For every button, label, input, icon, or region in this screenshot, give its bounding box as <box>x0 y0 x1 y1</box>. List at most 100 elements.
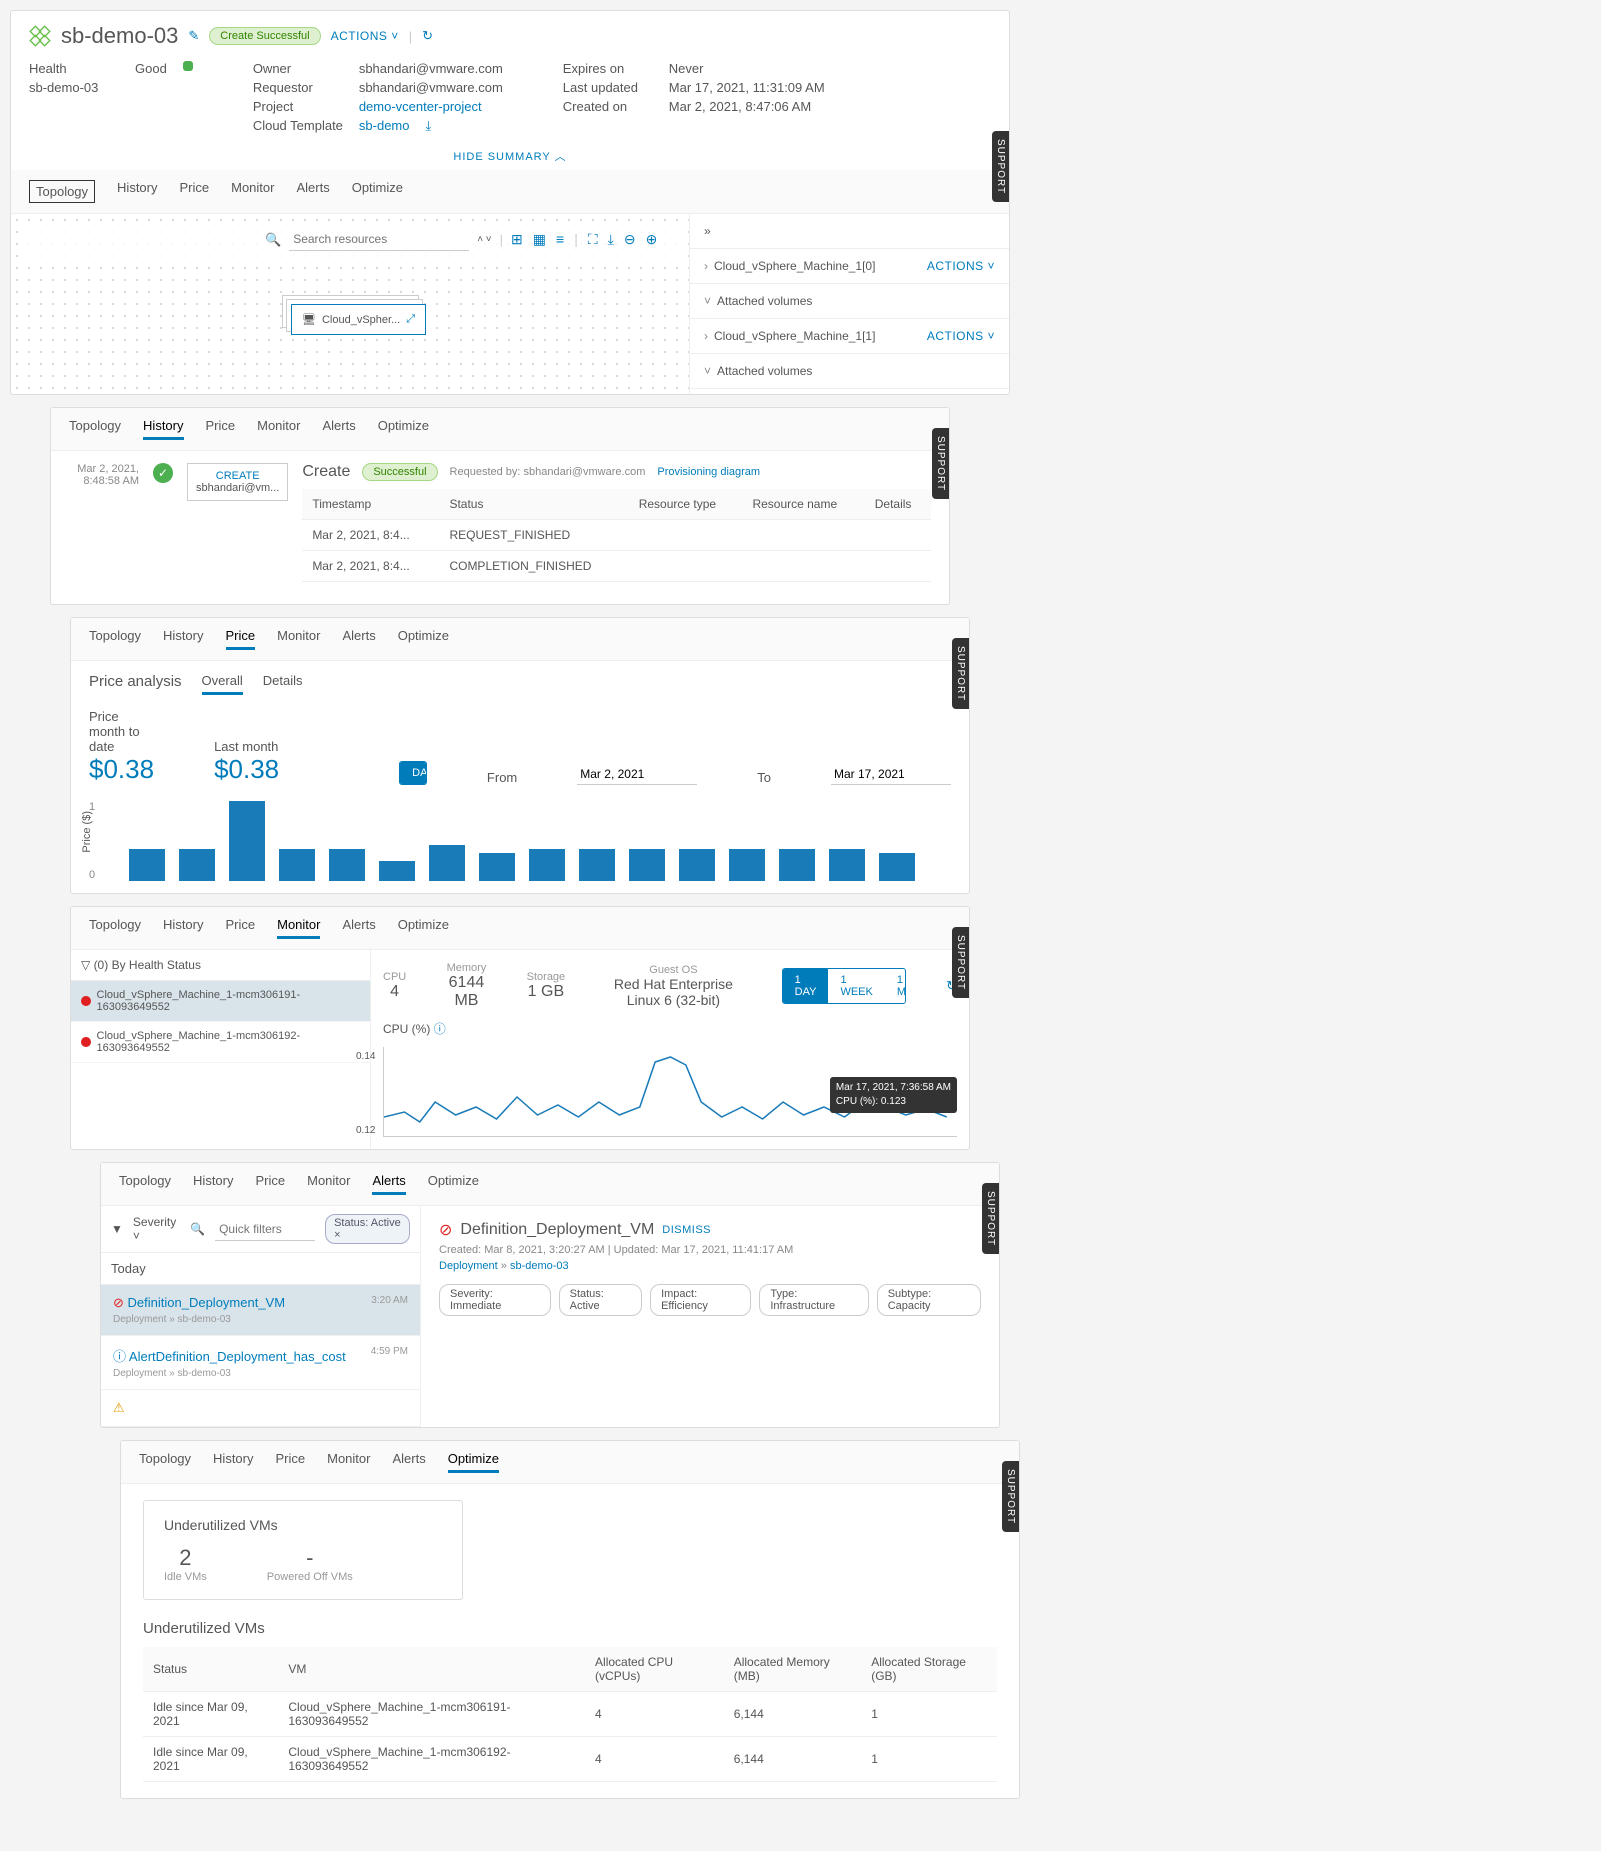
project-link[interactable]: demo-vcenter-project <box>359 99 482 114</box>
download-view-icon[interactable]: ⤓ <box>608 231 614 248</box>
tree-item-2[interactable]: ›Cloud_vSphere_Machine_1[1]ACTIONS ˅ <box>690 319 1009 354</box>
tab-topology[interactable]: Topology <box>29 180 95 203</box>
p-tab-alerts[interactable]: Alerts <box>342 628 375 650</box>
h-tab-alerts[interactable]: Alerts <box>322 418 355 440</box>
a-tab-topology[interactable]: Topology <box>119 1173 171 1195</box>
m-tab-price[interactable]: Price <box>226 917 256 939</box>
col-status[interactable]: Status <box>439 489 628 520</box>
support-tab[interactable]: SUPPORT <box>992 131 1009 202</box>
col-status[interactable]: Status <box>143 1647 278 1692</box>
alert-item-0[interactable]: ⊘ Definition_Deployment_VM 3:20 AM Deplo… <box>101 1285 420 1336</box>
support-tab[interactable]: SUPPORT <box>952 927 969 998</box>
o-tab-monitor[interactable]: Monitor <box>327 1451 370 1473</box>
alert-item-1[interactable]: ⓘ AlertDefinition_Deployment_has_cost 4:… <box>101 1336 420 1390</box>
col-rname[interactable]: Resource name <box>742 489 864 520</box>
zoom-in-icon[interactable]: ⊕ <box>646 231 658 248</box>
dismiss-button[interactable]: DISMISS <box>662 1224 711 1236</box>
grid-icon[interactable]: ▦ <box>533 231 546 248</box>
actions-dropdown[interactable]: ACTIONS ˅ <box>331 29 399 43</box>
tab-alerts[interactable]: Alerts <box>296 180 329 203</box>
to-date-input[interactable] <box>831 764 951 785</box>
status-chip[interactable]: Status: Active × <box>325 1214 410 1244</box>
search-input[interactable] <box>289 228 469 251</box>
a-tab-history[interactable]: History <box>193 1173 233 1195</box>
support-tab[interactable]: SUPPORT <box>982 1183 999 1254</box>
p-tab-price[interactable]: Price <box>226 628 256 650</box>
info-icon[interactable]: ⓘ <box>434 1022 446 1036</box>
m-tab-topology[interactable]: Topology <box>89 917 141 939</box>
tab-price[interactable]: Price <box>180 180 210 203</box>
m-tab-optimize[interactable]: Optimize <box>398 917 449 939</box>
h-tab-optimize[interactable]: Optimize <box>378 418 429 440</box>
o-tab-alerts[interactable]: Alerts <box>392 1451 425 1473</box>
download-icon[interactable]: ⤓ <box>425 118 431 134</box>
subtab-overall[interactable]: Overall <box>202 673 243 695</box>
tab-history[interactable]: History <box>117 180 157 203</box>
m-tab-history[interactable]: History <box>163 917 203 939</box>
p-tab-monitor[interactable]: Monitor <box>277 628 320 650</box>
fit-icon[interactable]: ⛶ <box>588 231 598 248</box>
seg-1month[interactable]: 1 MONTH <box>885 969 906 1003</box>
monitor-filter[interactable]: ▽ (0) By Health Status <box>71 950 370 981</box>
h-tab-monitor[interactable]: Monitor <box>257 418 300 440</box>
h-tab-history[interactable]: History <box>143 418 183 440</box>
expand-icon[interactable]: ⤢ <box>406 313 415 326</box>
col-cpu[interactable]: Allocated CPU (vCPUs) <box>585 1647 724 1692</box>
filter-icon[interactable]: ▼ <box>111 1222 123 1236</box>
history-event-card[interactable]: CREATE sbhandari@vm... <box>187 463 288 501</box>
monitor-item-0[interactable]: Cloud_vSphere_Machine_1-mcm306191-163093… <box>71 981 370 1022</box>
m-tab-monitor[interactable]: Monitor <box>277 917 320 939</box>
p-tab-optimize[interactable]: Optimize <box>398 628 449 650</box>
a-tab-alerts[interactable]: Alerts <box>372 1173 405 1195</box>
col-stor[interactable]: Allocated Storage (GB) <box>861 1647 997 1692</box>
m-tab-alerts[interactable]: Alerts <box>342 917 375 939</box>
topology-canvas[interactable]: 🔍 ˄ ˅ | ⊞ ▦ ≡ | ⛶ ⤓ ⊖ ⊕ 🖥 Cloud_vSpher..… <box>11 214 689 394</box>
tree-collapse[interactable]: » <box>690 214 1009 249</box>
col-timestamp[interactable]: Timestamp <box>302 489 439 520</box>
topology-node[interactable]: 🖥 Cloud_vSpher... ⤢ <box>291 304 426 335</box>
tree-actions-2[interactable]: ACTIONS ˅ <box>927 329 995 343</box>
quick-filter-input[interactable] <box>215 1218 315 1241</box>
tree-item-0[interactable]: ›Cloud_vSphere_Machine_1[0]ACTIONS ˅ <box>690 249 1009 284</box>
p-tab-history[interactable]: History <box>163 628 203 650</box>
hide-summary-toggle[interactable]: HIDE SUMMARY ︿ <box>11 142 1009 170</box>
seg-1week[interactable]: 1 WEEK <box>828 969 884 1003</box>
crumb-target[interactable]: sb-demo-03 <box>510 1260 569 1272</box>
support-tab[interactable]: SUPPORT <box>932 428 949 499</box>
from-date-input[interactable] <box>577 764 697 785</box>
provisioning-link[interactable]: Provisioning diagram <box>657 466 760 478</box>
tab-optimize[interactable]: Optimize <box>352 180 403 203</box>
tree-item-3[interactable]: ˅Attached volumes <box>690 354 1009 389</box>
edit-icon[interactable]: ✎ <box>188 28 199 44</box>
seg-1day[interactable]: 1 DAY <box>783 969 829 1003</box>
alert-item-2[interactable]: ⚠ <box>101 1390 420 1427</box>
tree-item-1[interactable]: ˅Attached volumes <box>690 284 1009 319</box>
col-mem[interactable]: Allocated Memory (MB) <box>724 1647 862 1692</box>
col-vm[interactable]: VM <box>278 1647 585 1692</box>
h-tab-price[interactable]: Price <box>206 418 236 440</box>
o-tab-topology[interactable]: Topology <box>139 1451 191 1473</box>
o-tab-price[interactable]: Price <box>276 1451 306 1473</box>
list-icon[interactable]: ≡ <box>556 231 564 248</box>
crumb-deployment[interactable]: Deployment <box>439 1260 498 1272</box>
tab-monitor[interactable]: Monitor <box>231 180 274 203</box>
a-tab-monitor[interactable]: Monitor <box>307 1173 350 1195</box>
p-tab-topology[interactable]: Topology <box>89 628 141 650</box>
subtab-details[interactable]: Details <box>263 673 303 695</box>
h-tab-topology[interactable]: Topology <box>69 418 121 440</box>
a-tab-optimize[interactable]: Optimize <box>428 1173 479 1195</box>
chevron-updown-icon[interactable]: ˄ ˅ <box>477 234 491 245</box>
o-tab-optimize[interactable]: Optimize <box>448 1451 499 1473</box>
zoom-out-icon[interactable]: ⊖ <box>624 231 636 248</box>
monitor-item-1[interactable]: Cloud_vSphere_Machine_1-mcm306192-163093… <box>71 1022 370 1063</box>
seg-daily[interactable]: DAILY <box>400 762 427 784</box>
a-tab-price[interactable]: Price <box>256 1173 286 1195</box>
severity-dropdown[interactable]: Severity ˅ <box>133 1215 180 1243</box>
support-tab[interactable]: SUPPORT <box>952 638 969 709</box>
col-rtype[interactable]: Resource type <box>629 489 743 520</box>
template-link[interactable]: sb-demo <box>359 118 410 134</box>
o-tab-history[interactable]: History <box>213 1451 253 1473</box>
col-details[interactable]: Details <box>865 489 931 520</box>
support-tab[interactable]: SUPPORT <box>1002 1461 1019 1532</box>
tree-actions-0[interactable]: ACTIONS ˅ <box>927 259 995 273</box>
